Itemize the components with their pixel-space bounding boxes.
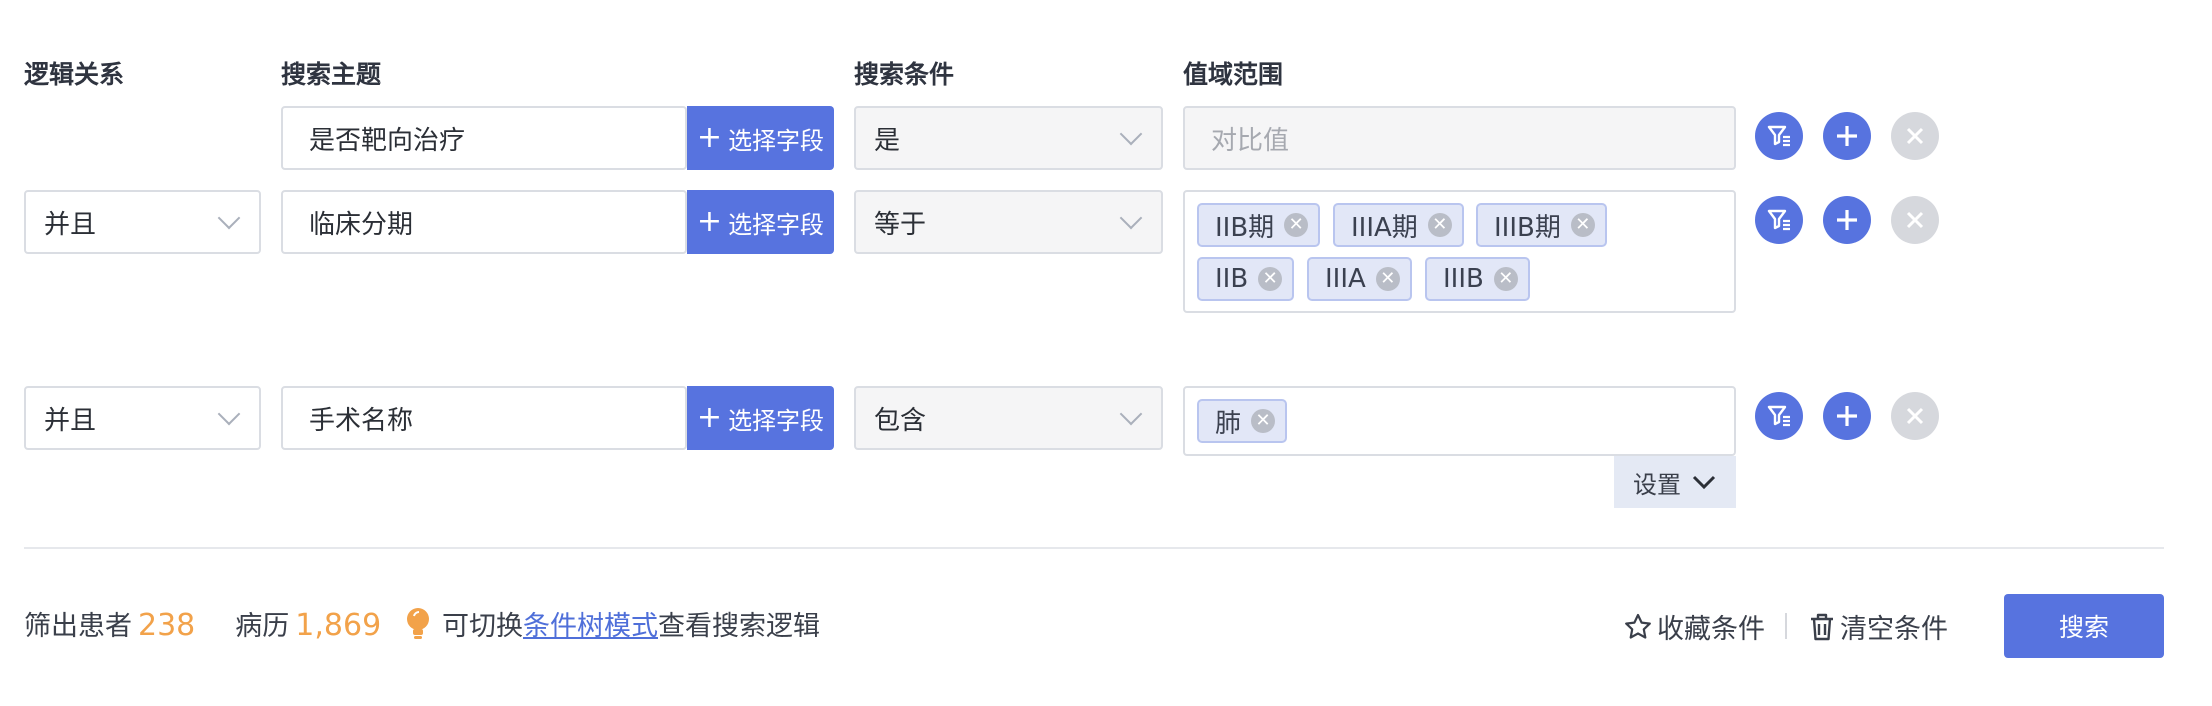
add-condition-button[interactable] <box>1823 392 1871 440</box>
filter-button[interactable] <box>1755 392 1803 440</box>
remove-tag-icon[interactable]: ✕ <box>1427 213 1452 237</box>
value-tag: IIIA ✕ <box>1307 257 1412 301</box>
separator <box>1785 613 1787 639</box>
star-icon <box>1625 613 1651 639</box>
remove-tag-icon[interactable]: ✕ <box>1570 213 1595 237</box>
settings-label: 设置 <box>1633 470 1681 499</box>
condition-value: 包含 <box>874 405 927 436</box>
filter-button[interactable] <box>1755 196 1803 244</box>
search-label: 搜索 <box>2058 613 2109 642</box>
select-field-button[interactable]: + 选择字段 <box>687 386 834 450</box>
filter-icon <box>1767 125 1790 147</box>
chevron-down-icon <box>217 206 241 230</box>
topic-value: 手术名称 <box>309 405 414 436</box>
filter-icon <box>1767 209 1790 231</box>
condition-value: 是 <box>874 125 901 156</box>
mode-tip: 可切换 条件树模式 查看搜索逻辑 <box>404 604 820 643</box>
tag-label: IIIA <box>1325 264 1366 294</box>
remove-condition-button[interactable] <box>1891 112 1939 160</box>
result-summary: 筛出患者 238 病历 1,869 <box>24 604 381 643</box>
plus-icon: + <box>696 400 723 435</box>
clear-label: 清空条件 <box>1840 614 1948 645</box>
records-label: 病历 <box>235 611 290 642</box>
select-field-label: 选择字段 <box>728 126 825 155</box>
close-icon <box>1906 211 1924 229</box>
value-tag: IIIA期 ✕ <box>1333 203 1464 247</box>
plus-icon <box>1837 126 1857 146</box>
condition-value: 等于 <box>874 209 927 240</box>
tip-prefix: 可切换 <box>442 611 523 642</box>
remove-condition-button[interactable] <box>1891 196 1939 244</box>
close-icon <box>1906 407 1924 425</box>
tag-label: IIIB期 <box>1494 212 1561 243</box>
divider <box>24 547 2164 549</box>
patients-label: 筛出患者 <box>24 611 132 642</box>
tag-label: IIIA期 <box>1351 212 1418 243</box>
logic-value: 并且 <box>44 405 97 436</box>
tag-label: IIB <box>1215 264 1249 294</box>
plus-icon: + <box>696 120 723 155</box>
logic-value: 并且 <box>44 209 97 240</box>
topic-value: 临床分期 <box>309 209 414 240</box>
chevron-down-icon <box>1119 122 1143 146</box>
value-tag: IIIB ✕ <box>1425 257 1530 301</box>
plus-icon: + <box>696 204 723 239</box>
header-condition: 搜索条件 <box>854 60 955 89</box>
chevron-down-icon <box>217 402 241 426</box>
select-field-label: 选择字段 <box>728 406 825 435</box>
tip-suffix: 查看搜索逻辑 <box>658 611 820 642</box>
topic-input[interactable]: 手术名称 <box>281 386 687 450</box>
header-range: 值域范围 <box>1183 60 1284 89</box>
range-placeholder: 对比值 <box>1211 125 1290 156</box>
search-button[interactable]: 搜索 <box>2004 594 2164 658</box>
condition-select[interactable]: 包含 <box>854 386 1163 450</box>
add-condition-button[interactable] <box>1823 196 1871 244</box>
select-field-button[interactable]: + 选择字段 <box>687 106 834 170</box>
tag-label: IIIB <box>1443 264 1484 294</box>
remove-tag-icon[interactable]: ✕ <box>1493 267 1518 291</box>
select-field-button[interactable]: + 选择字段 <box>687 190 834 254</box>
condition-select[interactable]: 是 <box>854 106 1163 170</box>
select-field-label: 选择字段 <box>728 210 825 239</box>
header-logic: 逻辑关系 <box>24 60 125 89</box>
favorite-label: 收藏条件 <box>1657 614 1765 645</box>
settings-toggle[interactable]: 设置 <box>1614 456 1736 508</box>
filter-button[interactable] <box>1755 112 1803 160</box>
value-tag: IIB期 ✕ <box>1197 203 1321 247</box>
remove-tag-icon[interactable]: ✕ <box>1284 213 1309 237</box>
plus-icon <box>1837 210 1857 230</box>
topic-input[interactable]: 临床分期 <box>281 190 687 254</box>
plus-icon <box>1837 406 1857 426</box>
tag-label: IIB期 <box>1215 212 1275 243</box>
records-count: 1,869 <box>295 608 382 643</box>
header-topic: 搜索主题 <box>281 60 382 89</box>
topic-value: 是否靶向治疗 <box>309 125 466 156</box>
tree-mode-link[interactable]: 条件树模式 <box>523 604 658 643</box>
clear-button[interactable]: 清空条件 <box>1808 607 1948 646</box>
lightbulb-icon <box>407 607 429 639</box>
remove-tag-icon[interactable]: ✕ <box>1251 409 1276 433</box>
range-input[interactable]: 对比值 <box>1183 106 1736 170</box>
remove-tag-icon[interactable]: ✕ <box>1258 267 1283 291</box>
condition-select[interactable]: 等于 <box>854 190 1163 254</box>
remove-tag-icon[interactable]: ✕ <box>1375 267 1400 291</box>
chevron-down-icon <box>1119 402 1143 426</box>
remove-condition-button[interactable] <box>1891 392 1939 440</box>
add-condition-button[interactable] <box>1823 112 1871 160</box>
tag-label: 肺 <box>1215 408 1242 439</box>
filter-icon <box>1767 405 1790 427</box>
value-tag: IIIB期 ✕ <box>1476 203 1607 247</box>
trash-icon <box>1811 613 1833 640</box>
value-tag: IIB ✕ <box>1197 257 1295 301</box>
topic-input[interactable]: 是否靶向治疗 <box>281 106 687 170</box>
chevron-down-icon <box>1692 475 1716 490</box>
close-icon <box>1906 127 1924 145</box>
favorite-button[interactable]: 收藏条件 <box>1623 607 1765 646</box>
logic-select[interactable]: 并且 <box>24 190 261 254</box>
chevron-down-icon <box>1119 206 1143 230</box>
value-tag: 肺 ✕ <box>1197 399 1288 443</box>
logic-select[interactable]: 并且 <box>24 386 261 450</box>
patients-count: 238 <box>138 608 196 643</box>
